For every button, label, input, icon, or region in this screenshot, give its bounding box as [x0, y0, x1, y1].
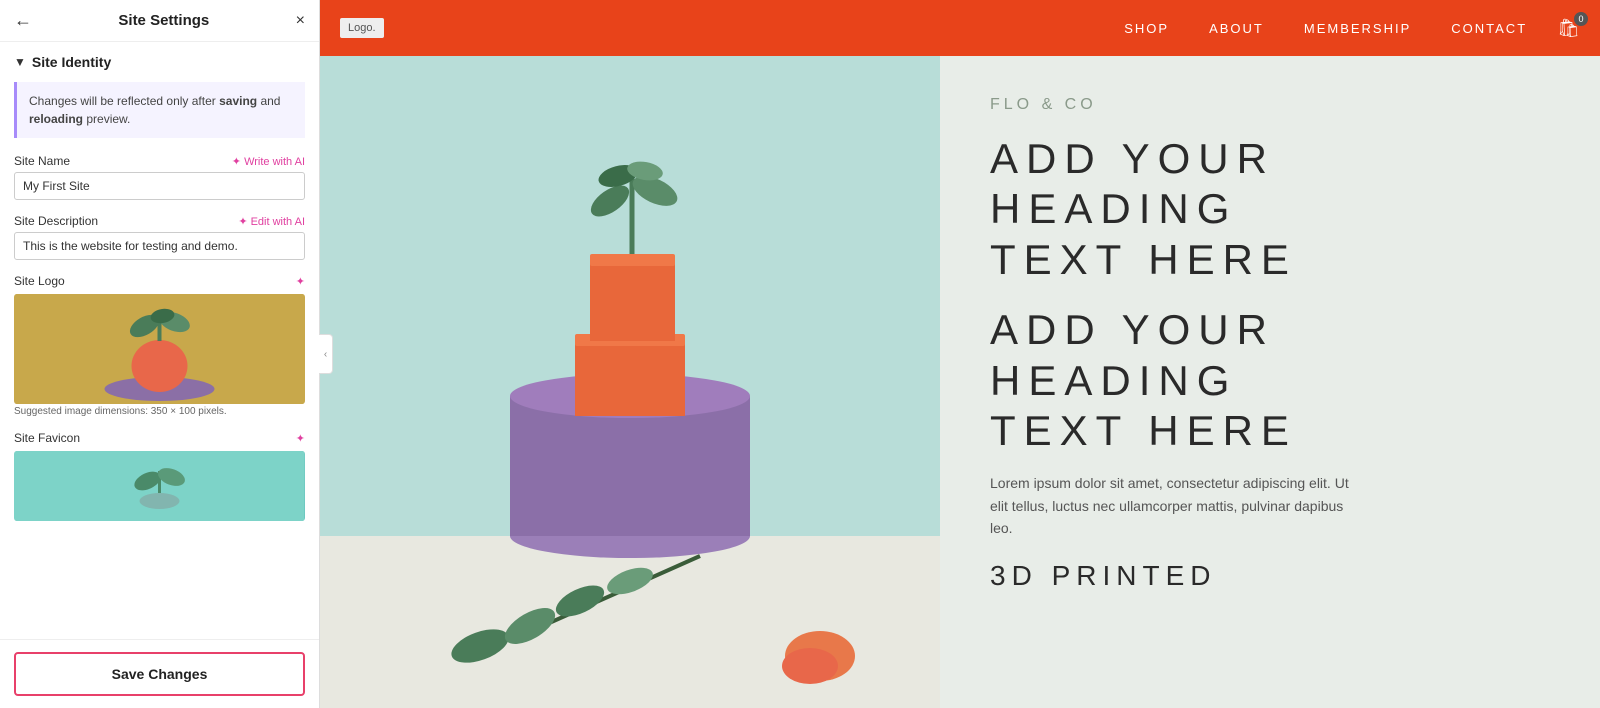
close-button[interactable]: × [296, 12, 305, 30]
site-name-input[interactable] [14, 172, 305, 200]
nav-about[interactable]: ABOUT [1209, 21, 1264, 36]
heading2-line2: HEADING [990, 357, 1237, 404]
right-content: FLO & CO ADD YOUR HEADING TEXT HERE ADD … [940, 56, 1600, 708]
favicon-svg [14, 451, 305, 521]
panel-body: ▼ Site Identity Changes will be reflecte… [0, 42, 319, 639]
cart-icon[interactable]: 🛍 0 [1557, 18, 1580, 39]
site-desc-label-row: Site Description ✦ Edit with AI [14, 214, 305, 228]
site-favicon-label: Site Favicon [14, 431, 80, 445]
site-preview: Logo. SHOP ABOUT MEMBERSHIP CONTACT 🛍 0 [320, 0, 1600, 708]
info-bold2: reloading [29, 112, 83, 126]
panel-footer: Save Changes [0, 639, 319, 708]
edit-with-ai-button[interactable]: ✦ Edit with AI [238, 215, 305, 228]
info-text-before: Changes will be reflected only after [29, 94, 219, 108]
heading2-line1: ADD YOUR [990, 306, 1275, 353]
site-logo-section: Site Logo ✦ Sug [14, 274, 305, 417]
section-label: 3D PRINTED [990, 560, 1550, 592]
site-desc-input[interactable] [14, 232, 305, 260]
hero-svg [320, 56, 940, 708]
nav-links: SHOP ABOUT MEMBERSHIP CONTACT [1124, 21, 1527, 36]
site-name-label: Site Name [14, 154, 70, 168]
logo-svg [14, 294, 305, 404]
panel-title: Site Settings [118, 12, 209, 29]
info-text-after: preview. [83, 112, 130, 126]
site-favicon-label-row: Site Favicon ✦ [14, 431, 305, 445]
nav-logo: Logo. [340, 18, 384, 38]
preview-navbar: Logo. SHOP ABOUT MEMBERSHIP CONTACT 🛍 0 [320, 0, 1600, 56]
preview-content: FLO & CO ADD YOUR HEADING TEXT HERE ADD … [320, 56, 1600, 708]
section-title: Site Identity [32, 54, 111, 70]
site-favicon-image[interactable] [14, 451, 305, 521]
heading1-line3: TEXT HERE [990, 236, 1297, 283]
logo-ai-icon[interactable]: ✦ [296, 275, 305, 288]
collapse-handle[interactable]: ‹ [319, 334, 333, 374]
nav-shop[interactable]: SHOP [1124, 21, 1169, 36]
nav-contact[interactable]: CONTACT [1451, 21, 1527, 36]
site-logo-label: Site Logo [14, 274, 65, 288]
hero-image [320, 56, 940, 708]
cart-badge: 0 [1574, 12, 1588, 26]
info-box: Changes will be reflected only after sav… [14, 82, 305, 138]
site-desc-label: Site Description [14, 214, 98, 228]
heading2: ADD YOUR HEADING TEXT HERE [990, 305, 1550, 456]
save-changes-button[interactable]: Save Changes [14, 652, 305, 696]
settings-panel: ← Site Settings × ▼ Site Identity Change… [0, 0, 320, 708]
section-arrow-icon[interactable]: ▼ [14, 55, 26, 69]
nav-membership[interactable]: MEMBERSHIP [1304, 21, 1411, 36]
body-text: Lorem ipsum dolor sit amet, consectetur … [990, 472, 1350, 539]
heading1-line1: ADD YOUR [990, 135, 1275, 182]
brand-name: FLO & CO [990, 96, 1550, 114]
info-bold1: saving [219, 94, 257, 108]
heading2-line3: TEXT HERE [990, 407, 1297, 454]
back-button[interactable]: ← [14, 10, 32, 31]
site-logo-image[interactable] [14, 294, 305, 404]
favicon-ai-icon[interactable]: ✦ [296, 432, 305, 445]
suggested-dimensions: Suggested image dimensions: 350 × 100 pi… [14, 406, 305, 417]
panel-header: ← Site Settings × [0, 0, 319, 42]
site-logo-label-row: Site Logo ✦ [14, 274, 305, 288]
info-text-middle: and [257, 94, 280, 108]
heading1: ADD YOUR HEADING TEXT HERE [990, 134, 1550, 285]
section-header: ▼ Site Identity [14, 54, 305, 70]
write-with-ai-button[interactable]: ✦ Write with AI [232, 155, 305, 168]
site-favicon-section: Site Favicon ✦ [14, 431, 305, 521]
site-name-label-row: Site Name ✦ Write with AI [14, 154, 305, 168]
heading1-line2: HEADING [990, 185, 1237, 232]
